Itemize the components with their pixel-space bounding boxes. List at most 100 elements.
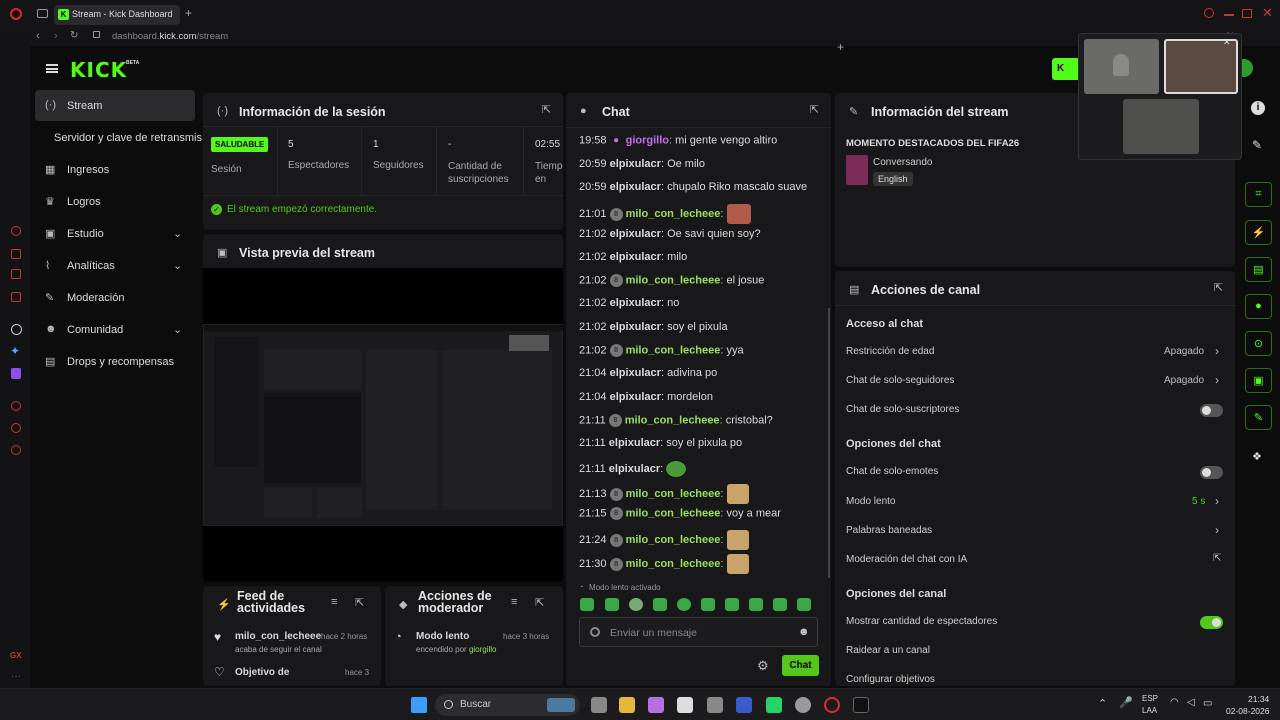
expand-icon[interactable]: ⇱ [810,103,819,116]
opera-icon[interactable] [824,697,840,713]
row-subs-only[interactable]: Chat de solo-suscriptores [846,404,1226,415]
language-indicator-2[interactable]: LAA [1142,706,1157,715]
gx-icon[interactable]: GX [10,651,22,660]
emote-icon[interactable] [701,598,715,611]
chevron-right-icon[interactable]: › [1215,523,1219,537]
chat-username[interactable]: milo_con_lecheee [625,414,720,426]
rail-button-broadcast[interactable]: ⊙ [1245,331,1272,356]
expand-icon[interactable]: ⇱ [1214,281,1223,294]
opera-sidebar-icon[interactable] [11,269,21,279]
chat-username[interactable]: elpixulacr [610,228,661,240]
edit-icon[interactable]: ✎ [1252,138,1262,152]
sidebar-item-analytics[interactable]: ⌇ Analíticas ⌄ [35,251,195,281]
emoji-icon[interactable]: ☻ [798,626,810,638]
whatsapp-icon[interactable] [766,697,782,713]
volume-icon[interactable]: ◁ [1187,697,1195,708]
rail-button-lightning[interactable]: ⚡ [1245,220,1272,245]
taskbar-search[interactable]: Buscar [435,694,580,716]
row-viewer-count[interactable]: Mostrar cantidad de espectadores [846,616,1226,627]
settings-icon[interactable] [11,445,21,455]
drops-icon[interactable]: ❖ [1252,450,1262,463]
sidebar-item-revenue[interactable]: ▦ Ingresos [35,155,195,185]
opera-sidebar-icon[interactable] [11,292,21,302]
video-call-overlay[interactable]: ✕ [1078,33,1242,160]
sidebar-item-drops[interactable]: ▤ Drops y recompensas [35,347,195,377]
emote-icon[interactable] [677,598,691,611]
app-icon[interactable] [736,697,752,713]
opera-sidebar-icon[interactable] [11,423,21,433]
minimize-button[interactable] [1224,14,1234,16]
maximize-button[interactable] [1242,9,1252,18]
more-icon[interactable]: ··· [11,671,21,682]
opera-sidebar-icon[interactable] [11,226,21,236]
sidebar-item-moderation[interactable]: ✎ Moderación [35,283,195,313]
chevron-right-icon[interactable]: › [1215,344,1219,358]
app-icon[interactable] [707,697,723,713]
subs-only-toggle[interactable] [1200,404,1223,417]
chevron-up-icon[interactable]: ⌃ [1098,697,1107,710]
rail-button-chat[interactable]: ● [1245,294,1272,319]
clock-date[interactable]: 02-08-2026 [1226,706,1269,716]
emote-icon[interactable] [749,598,763,611]
sidebar-item-server-key[interactable]: Servidor y clave de retransmisión [22,123,202,153]
sidebar-item-stream[interactable]: (·) Stream [35,91,195,121]
participant-tile[interactable] [1123,99,1199,154]
mic-icon[interactable]: 🎤 [1119,696,1133,709]
header-action-button[interactable]: K [1052,58,1080,80]
chat-username[interactable]: milo_con_lecheee [626,208,721,220]
ai-star-icon[interactable]: ✦ [10,344,20,358]
chat-username[interactable]: elpixulacr [610,251,661,263]
row-emotes-only[interactable]: Chat de solo-emotes [846,466,1226,477]
mod-action-user[interactable]: giorgillo [469,645,497,654]
reload-icon[interactable]: ↻ [70,30,78,41]
chat-username[interactable]: milo_con_lecheee [626,488,721,500]
chat-username[interactable]: milo_con_lecheee [626,534,721,546]
close-icon[interactable]: ✕ [1223,37,1231,48]
task-view-icon[interactable] [591,697,607,713]
chat-username[interactable]: elpixulacr [610,391,661,403]
battery-icon[interactable]: ▭ [1203,698,1212,709]
tab-manager-icon[interactable] [37,9,48,18]
activity-user[interactable]: milo_con_lecheee [235,631,321,642]
chat-username[interactable]: milo_con_lecheee [626,344,721,356]
expand-icon[interactable]: ⇱ [535,596,544,609]
chat-username[interactable]: elpixulacr [609,463,660,475]
chat-settings-icon[interactable]: ⚙ [757,658,769,674]
chat-username[interactable]: elpixulacr [610,181,661,193]
emote-icon[interactable] [725,598,739,611]
emote-icon[interactable] [773,598,787,611]
emotes-only-toggle[interactable] [1200,466,1223,479]
url-field[interactable]: dashboard.kick.com/stream [112,31,228,42]
emote-icon[interactable] [605,598,619,611]
row-ai-moderation[interactable]: Moderación del chat con IA [846,554,1226,565]
search-tabs-icon[interactable] [1204,8,1214,18]
chevron-right-icon[interactable]: › [1215,494,1219,508]
copilot-icon[interactable] [648,697,664,713]
participant-tile[interactable] [1084,39,1159,94]
info-icon[interactable]: i [1251,101,1265,115]
emote-icon[interactable] [580,598,594,611]
chevron-right-icon[interactable]: › [1215,373,1219,387]
opera-sidebar-icon[interactable] [11,249,21,259]
file-explorer-icon[interactable] [619,697,635,713]
language-indicator[interactable]: ESP [1142,694,1158,703]
clock-time[interactable]: 21:34 [1248,694,1269,704]
chat-username[interactable]: elpixulacr [610,321,661,333]
emote-icon[interactable] [653,598,667,611]
row-raid[interactable]: Raidear a un canal [846,645,1226,656]
back-icon[interactable]: ‹ [36,30,40,42]
sidebar-item-community[interactable]: ☻ Comunidad ⌄ [35,315,195,345]
wifi-icon[interactable]: ◠ [1170,697,1179,708]
emote-icon[interactable] [797,598,811,611]
twitch-icon[interactable] [11,368,21,379]
chat-username[interactable]: milo_con_lecheee [626,507,721,519]
chat-username[interactable]: elpixulacr [609,437,660,449]
kick-logo[interactable]: KICK [70,58,127,82]
external-link-icon[interactable]: ⇱ [1213,553,1221,564]
row-banned-words[interactable]: Palabras baneadas [846,525,1226,536]
menu-icon[interactable] [46,64,58,73]
store-icon[interactable] [677,697,693,713]
expand-icon[interactable]: ⇱ [355,596,364,609]
forward-icon[interactable]: › [54,30,58,42]
chat-username[interactable]: milo_con_lecheee [626,274,721,286]
